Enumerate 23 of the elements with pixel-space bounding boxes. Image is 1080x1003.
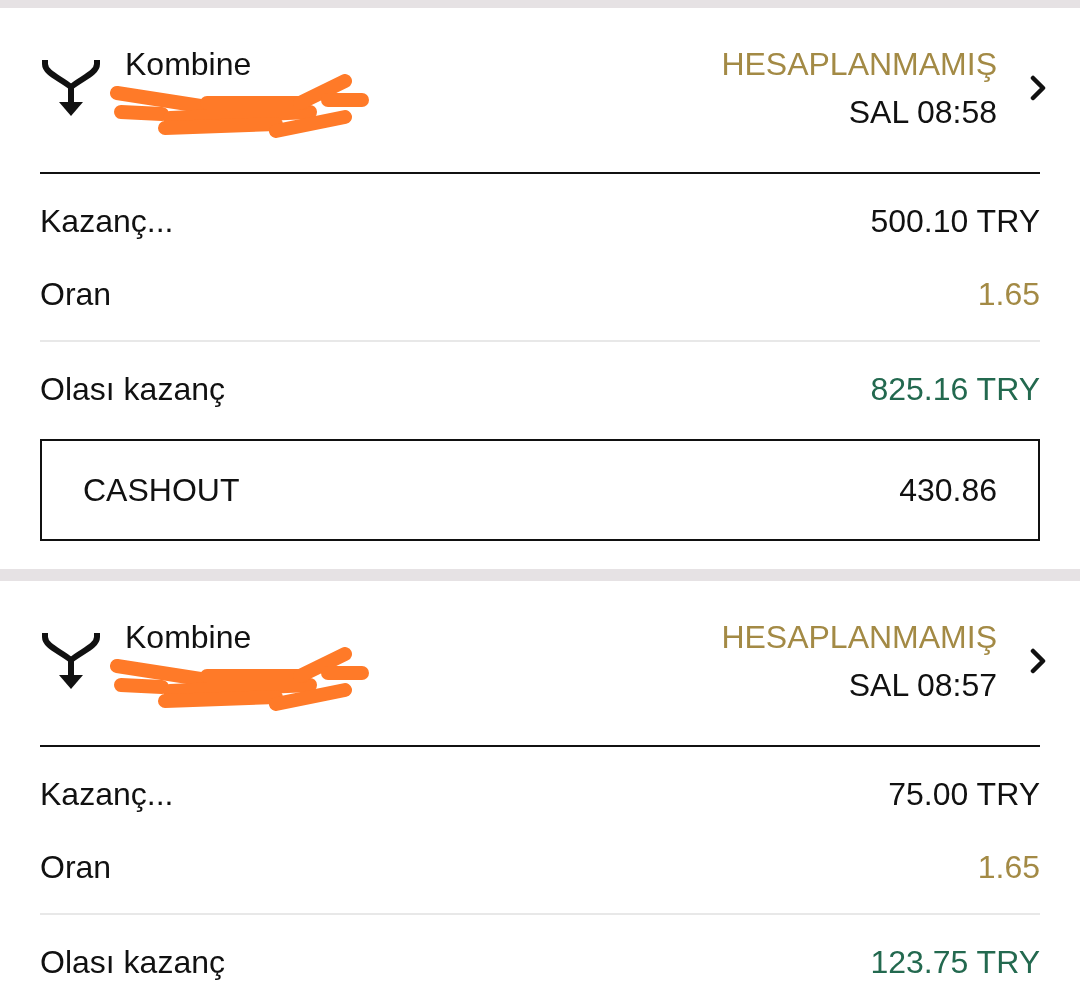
row-value: 1.65 [977, 847, 1040, 887]
row-label: Kazanç... [40, 201, 174, 241]
bet-time: SAL 08:57 [847, 666, 997, 705]
row-label: Olası kazanç [40, 942, 225, 982]
row-value: 1.65 [977, 274, 1040, 314]
bet-type-label: Kombine [125, 45, 253, 84]
bet-status: HESAPLANMAMIŞ [721, 45, 997, 84]
row-value: 500.10 TRY [870, 201, 1040, 241]
row-value: 825.16 TRY [870, 369, 1040, 409]
bet-status: HESAPLANMAMIŞ [721, 618, 997, 657]
bet-time: SAL 08:58 [847, 93, 997, 132]
row-value: 123.75 TRY [870, 942, 1040, 982]
chevron-right-icon[interactable] [1030, 648, 1046, 674]
row-label: Oran [40, 847, 112, 887]
bet-type-label: Kombine [125, 618, 253, 657]
row-value: 75.00 TRY [888, 774, 1040, 814]
split-arrow-icon [40, 60, 102, 116]
row-label: Olası kazanç [40, 369, 225, 409]
row-label: Kazanç... [40, 774, 174, 814]
chevron-right-icon[interactable] [1030, 75, 1046, 101]
cashout-button[interactable]: CASHOUT 430.86 [40, 439, 1040, 541]
split-arrow-icon [40, 633, 102, 689]
row-label: Oran [40, 274, 112, 314]
